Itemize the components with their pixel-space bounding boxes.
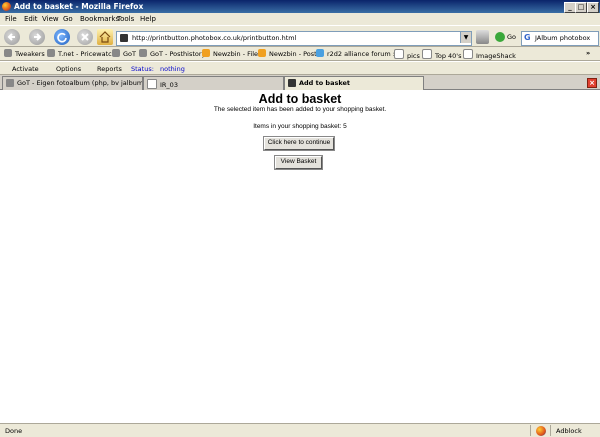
reload-icon[interactable] <box>54 29 70 45</box>
site-favicon <box>120 34 128 42</box>
bookmark-favicon-icon <box>258 49 266 57</box>
page-icon <box>463 49 473 59</box>
menu-help[interactable]: Help <box>140 15 156 23</box>
address-bar[interactable]: http://printbutton.photobox.co.uk/printb… <box>116 31 472 46</box>
back-arrow-icon <box>7 33 15 41</box>
status-bar: Done Adblock <box>0 423 600 437</box>
bookmark-item[interactable]: r2d2 alliance forum ::... <box>316 49 403 58</box>
stop-x-icon <box>81 33 89 41</box>
ext-status-value: nothing <box>160 65 185 73</box>
items-count-text: Items in your shopping basket: 5 <box>253 123 347 130</box>
menu-view[interactable]: View <box>42 15 59 23</box>
bookmark-favicon-icon <box>202 49 210 57</box>
address-url: http://printbutton.photobox.co.uk/printb… <box>132 34 297 42</box>
home-icon[interactable] <box>97 29 113 45</box>
bookmarks-overflow-button[interactable]: » <box>586 49 590 57</box>
firefox-logo-icon <box>2 2 11 11</box>
stop-icon[interactable] <box>77 29 93 45</box>
continue-button[interactable]: Click here to continue <box>263 136 335 151</box>
printer-icon[interactable] <box>476 30 489 44</box>
firefox-status-icon[interactable] <box>536 426 546 436</box>
bookmark-item[interactable]: GoT - Posthistory <box>139 49 205 58</box>
forward-arrow-icon <box>34 33 42 41</box>
google-search-icon: G <box>524 33 531 42</box>
go-label[interactable]: Go <box>507 33 516 41</box>
chevron-down-icon[interactable]: ▼ <box>460 32 471 43</box>
menu-go[interactable]: Go <box>63 15 73 23</box>
close-tab-icon[interactable]: × <box>587 78 597 88</box>
reload-arrow-icon <box>57 32 67 43</box>
bookmark-item[interactable]: T.net - Pricewatch <box>47 49 116 58</box>
status-divider <box>530 425 531 436</box>
bookmark-item[interactable]: GoT <box>112 49 136 58</box>
bookmarks-toolbar: Tweakers T.net - Pricewatch GoT GoT - Po… <box>0 47 600 61</box>
status-divider <box>550 425 551 436</box>
go-icon[interactable] <box>495 32 505 42</box>
bookmark-favicon-icon <box>139 49 147 57</box>
back-icon[interactable] <box>4 29 20 45</box>
ext-reports[interactable]: Reports <box>97 65 122 73</box>
status-text: Done <box>5 427 23 435</box>
bookmark-item[interactable]: ImageShack <box>463 49 516 60</box>
menu-bar: File Edit View Go Bookmarks Tools Help <box>0 13 600 25</box>
forward-icon[interactable] <box>29 29 45 45</box>
ext-options[interactable]: Options <box>56 65 81 73</box>
bookmark-favicon-icon <box>112 49 120 57</box>
tab-got-fotoalbum[interactable]: GoT - Eigen fotoalbum (php, bv jalbum) -… <box>2 76 143 90</box>
tab-favicon-icon <box>288 79 296 87</box>
maximize-button[interactable]: □ <box>575 2 587 13</box>
navigation-toolbar: http://printbutton.photobox.co.uk/printb… <box>0 25 600 47</box>
page-icon <box>394 49 404 59</box>
bookmark-item[interactable]: Newzbin - Posts <box>258 49 320 58</box>
bookmark-item[interactable]: pics <box>394 49 420 60</box>
tab-favicon-icon <box>6 79 14 87</box>
menu-file[interactable]: File <box>5 15 17 23</box>
tab-add-to-basket[interactable]: Add to basket <box>284 76 424 90</box>
menu-edit[interactable]: Edit <box>24 15 38 23</box>
house-icon <box>99 31 111 43</box>
page-icon <box>422 49 432 59</box>
menu-bookmarks[interactable]: Bookmarks <box>80 15 119 23</box>
bookmark-item[interactable]: Newzbin - Files <box>202 49 261 58</box>
bookmark-favicon-icon <box>4 49 12 57</box>
tab-bar: GoT - Eigen fotoalbum (php, bv jalbum) -… <box>0 75 600 90</box>
window-title: Add to basket - Mozilla Firefox <box>14 2 144 11</box>
ext-activate[interactable]: Activate <box>12 65 39 73</box>
bookmark-item[interactable]: Tweakers <box>4 49 45 58</box>
search-value: JAlbum photobox <box>535 34 591 42</box>
close-window-button[interactable]: × <box>587 2 599 13</box>
tab-ir03[interactable]: IR_03 <box>143 76 284 90</box>
window-titlebar: Add to basket - Mozilla Firefox _ □ × <box>0 0 600 13</box>
ext-status-label: Status: <box>131 65 154 73</box>
bookmark-item[interactable]: Top 40's <box>422 49 461 60</box>
search-input[interactable]: G JAlbum photobox <box>521 31 599 46</box>
page-content: Add to basket The selected item has been… <box>0 91 600 423</box>
bookmark-favicon-icon <box>316 49 324 57</box>
view-basket-button[interactable]: View Basket <box>274 155 323 170</box>
page-title: Add to basket <box>258 92 342 106</box>
menu-tools[interactable]: Tools <box>117 15 134 23</box>
page-icon <box>147 79 157 89</box>
extension-toolbar: Activate Options Reports Status: nothing <box>0 62 600 75</box>
bookmark-favicon-icon <box>47 49 55 57</box>
adblock-status[interactable]: Adblock <box>556 427 582 435</box>
added-message: The selected item has been added to your… <box>213 106 387 113</box>
